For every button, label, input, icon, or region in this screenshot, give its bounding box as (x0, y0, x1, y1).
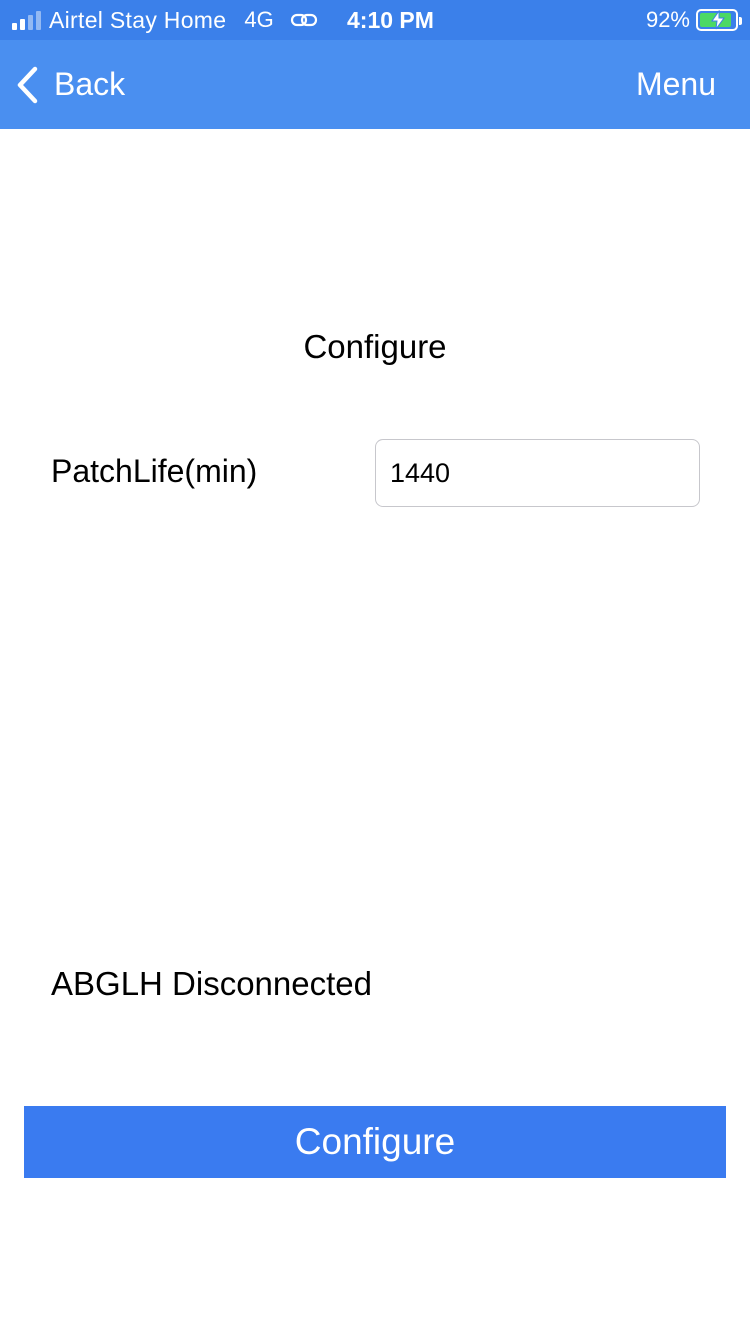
connection-status: ABGLH Disconnected (51, 965, 372, 1002)
chevron-left-icon (17, 66, 38, 103)
menu-button[interactable]: Menu (636, 40, 716, 129)
status-bar-right: 92% (645, 0, 742, 40)
battery-charging-icon (696, 9, 742, 31)
status-bar: Airtel Stay Home 4G 4:10 PM 92% (0, 0, 750, 40)
back-label: Back (54, 66, 126, 102)
signal-icon (12, 10, 41, 30)
battery-percent: 92% (645, 7, 690, 32)
page-title: Configure (303, 328, 447, 365)
navigation-bar: Back Menu (0, 40, 750, 129)
link-icon (290, 13, 317, 27)
bolt-icon (711, 10, 725, 30)
clock: 4:10 PM (347, 7, 434, 33)
status-bar-left: Airtel Stay Home 4G (12, 0, 318, 40)
patchlife-label: PatchLife(min) (51, 453, 258, 489)
patchlife-input[interactable] (375, 439, 700, 507)
network-type: 4G (244, 7, 274, 32)
back-button[interactable]: Back (14, 40, 125, 129)
configure-button[interactable]: Configure (24, 1106, 726, 1178)
carrier-name: Airtel Stay Home (49, 6, 227, 33)
